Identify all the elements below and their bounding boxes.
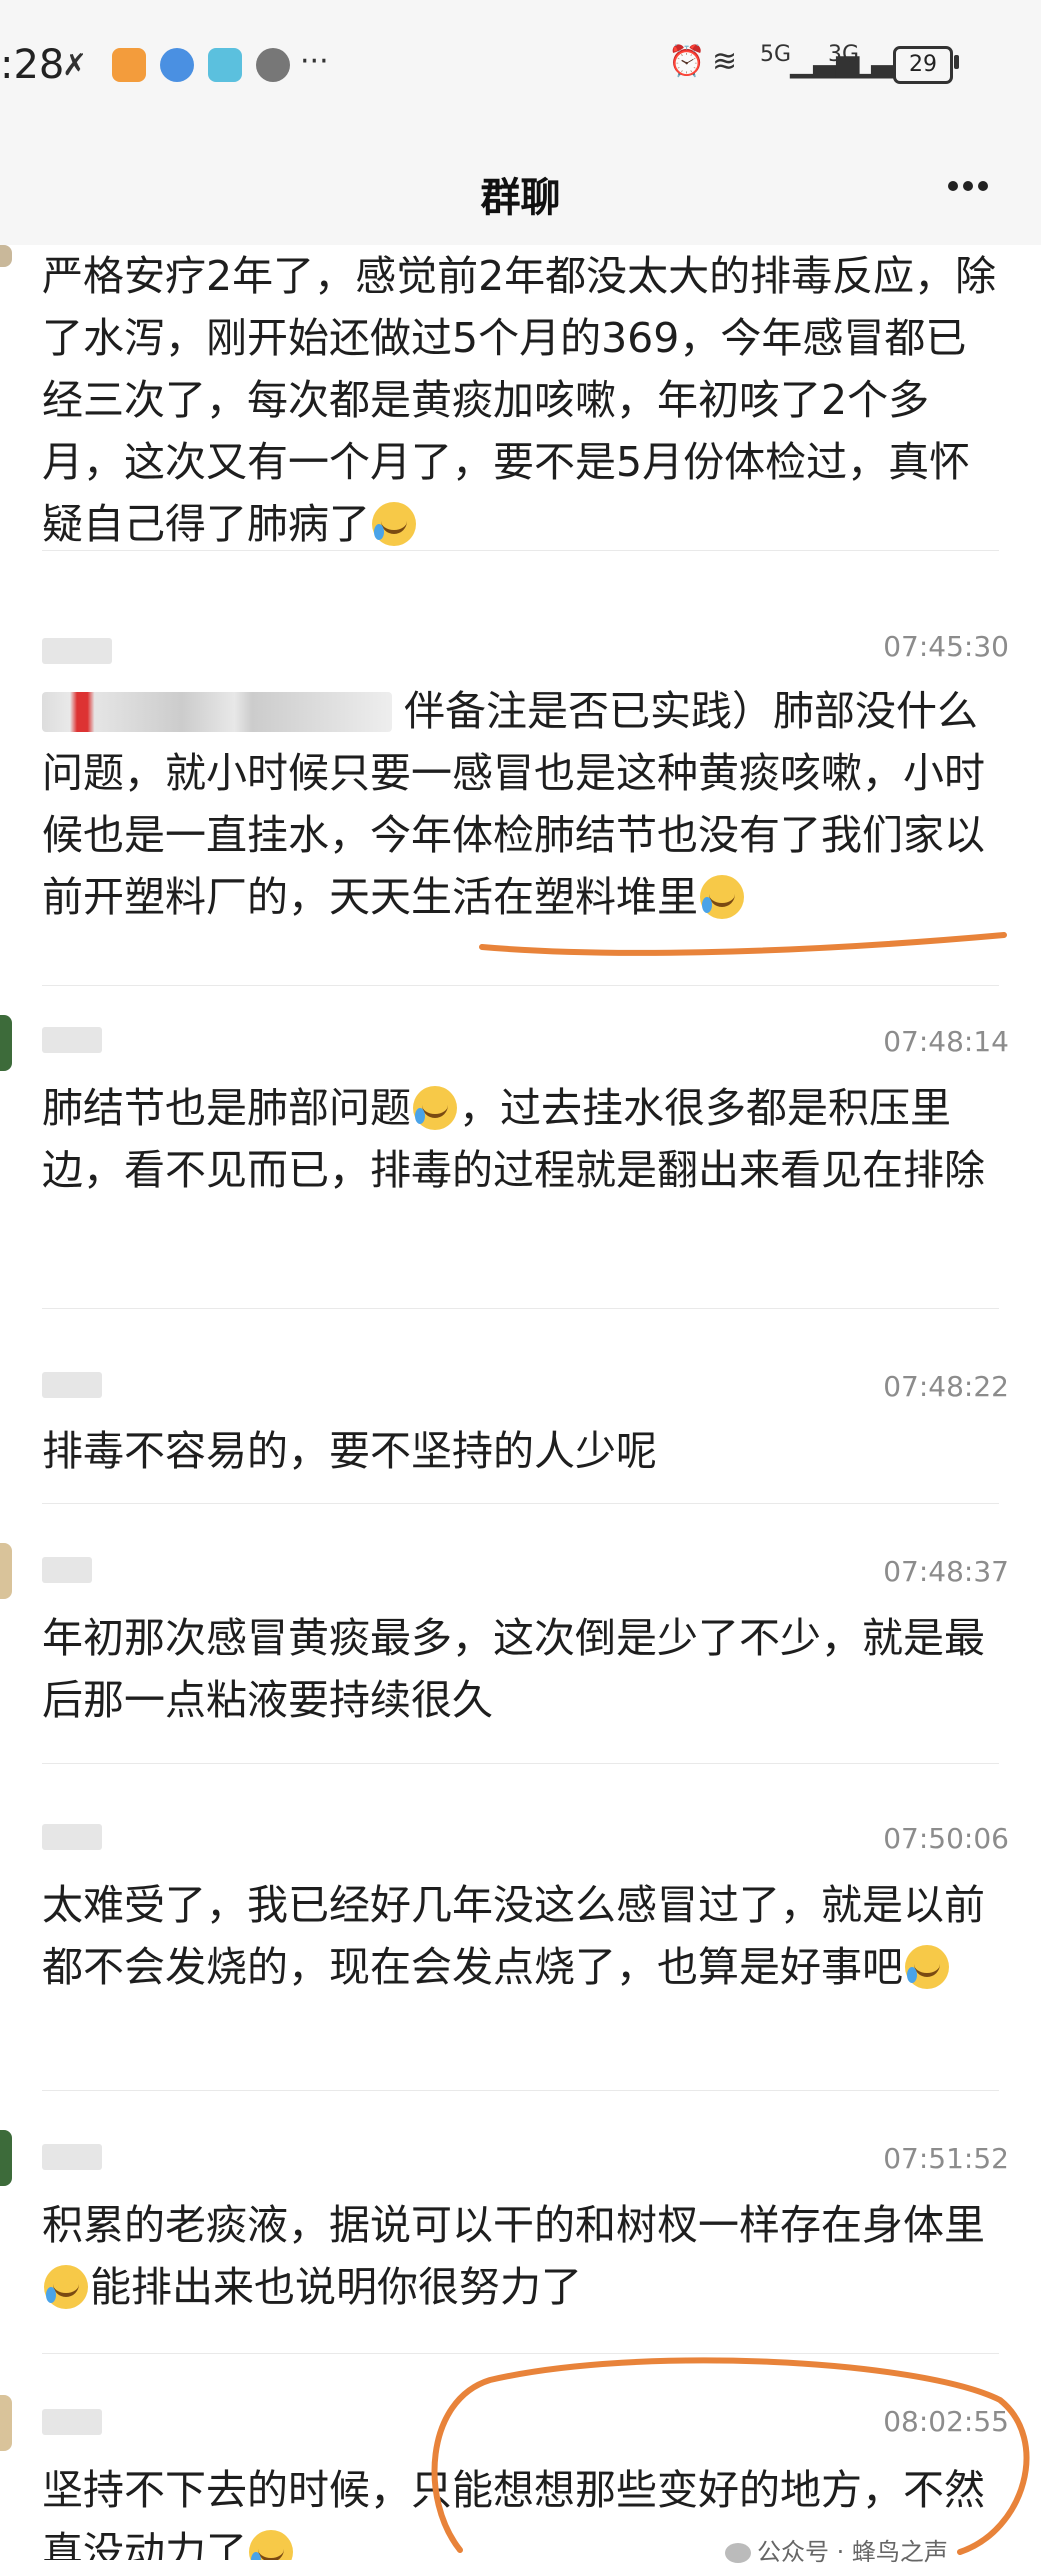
message-time: 07:45:30	[883, 630, 1009, 663]
battery-indicator: 29	[893, 46, 953, 84]
app-badge-icon	[112, 48, 146, 82]
nav-bar: 群聊	[0, 135, 1041, 245]
sender-name-blurred[interactable]	[42, 2409, 102, 2435]
message-item: 07:48:14 肺结节也是肺部问题 ，过去挂水很多都是积压里边，看不见而已，排毒…	[0, 1015, 1041, 1315]
divider	[42, 985, 999, 986]
shield-icon	[256, 48, 290, 82]
message-text: 太难受了，我已经好几年没这么感冒过了，就是以前都不会发烧的，现在会发点烧了，也算…	[42, 1881, 985, 1991]
message-item: 07:48:37 年初那次感冒黄痰最多，这次倒是少了不少，就是最后那一点粘液要持…	[0, 1543, 1041, 1783]
avatar[interactable]	[0, 2395, 12, 2451]
message-item: 07:50:06 太难受了，我已经好几年没这么感冒过了，就是以前都不会发烧的，现…	[0, 1810, 1041, 2130]
facepalm-emoji-icon	[372, 502, 416, 546]
message-time: 07:48:22	[883, 1370, 1009, 1403]
highlight-oval	[431, 2357, 1030, 2555]
more-options-icon[interactable]	[948, 181, 988, 193]
more-notifications-icon: ···	[300, 44, 329, 79]
facepalm-emoji-icon	[413, 1086, 457, 1130]
sender-name-blurred[interactable]	[42, 1824, 102, 1850]
message-time: 07:50:06	[883, 1822, 1009, 1855]
divider	[42, 1763, 999, 1764]
message-text: 伴备注是否已实践）肺部没什么问题，就小时候只要一感冒也是这种黄痰咳嗽，小时候也是…	[42, 687, 985, 921]
wifi-icon: ≋	[712, 44, 738, 79]
wechat-official-account-icon	[725, 2543, 751, 2563]
status-bar: :28 ✗ ··· ⏰ ≋ 5G ▁▃▅ 3G ▁▃ 29	[0, 0, 1041, 135]
sender-name-blurred[interactable]	[42, 1027, 102, 1053]
battery-tip	[954, 55, 959, 69]
message-text: 肺结节也是肺部问题 ，过去挂水很多都是积压里边，看不见而已，排毒的过程就是翻出来看…	[42, 1084, 985, 1194]
avatar[interactable]	[0, 1015, 12, 1071]
message-text: 排毒不容易的，要不坚持的人少呢	[42, 1427, 657, 1475]
sender-name-blurred[interactable]	[42, 2144, 102, 2170]
page-title: 群聊	[480, 175, 561, 221]
highlight-underline	[479, 932, 1007, 956]
avatar[interactable]	[0, 1543, 12, 1599]
message-text: 严格安疗2年了，感觉前2年都没太大的排毒反应，除了水泻，刚开始还做过5个月的36…	[42, 252, 997, 548]
message-time: 07:48:37	[883, 1555, 1009, 1588]
status-time: :28	[0, 42, 65, 88]
divider	[42, 1308, 999, 1309]
book-icon	[208, 48, 242, 82]
sender-name-blurred[interactable]	[42, 1557, 92, 1583]
message-text: 年初那次感冒黄痰最多，这次倒是少了不少，就是最后那一点粘液要持续很久	[42, 1614, 985, 1724]
message-feed[interactable]: 严格安疗2年了，感觉前2年都没太大的排毒反应，除了水泻，刚开始还做过5个月的36…	[0, 245, 1041, 2560]
facepalm-emoji-icon	[249, 2530, 293, 2560]
message-item: 07:51:52 积累的老痰液，据说可以干的和树杈一样存在身体里能排出来也说明你…	[0, 2130, 1041, 2370]
message-time: 07:51:52	[883, 2142, 1009, 2175]
missed-call-icon: ✗	[62, 48, 88, 83]
message-item: 07:48:22 排毒不容易的，要不坚持的人少呢	[0, 1358, 1041, 1498]
ifly-icon	[160, 48, 194, 82]
divider	[42, 1503, 999, 1504]
sender-name-blurred[interactable]	[42, 1372, 102, 1398]
signal-bars-icon-2: ▁▃	[848, 44, 895, 79]
watermark: 公众号 · 蜂鸟之声	[725, 2532, 948, 2567]
alarm-icon: ⏰	[668, 44, 706, 79]
avatar[interactable]	[0, 2130, 12, 2186]
message-time: 07:48:14	[883, 1025, 1009, 1058]
divider	[42, 2090, 999, 2091]
facepalm-emoji-icon	[905, 1945, 949, 1989]
facepalm-emoji-icon	[44, 2265, 88, 2309]
divider	[42, 550, 999, 551]
sender-name-blurred[interactable]	[42, 638, 112, 664]
message-item: 严格安疗2年了，感觉前2年都没太大的排毒反应，除了水泻，刚开始还做过5个月的36…	[0, 245, 1041, 575]
message-text: 积累的老痰液，据说可以干的和树杈一样存在身体里能排出来也说明你很努力了	[42, 2201, 985, 2311]
signal-5g: 5G	[760, 42, 792, 67]
avatar[interactable]	[0, 245, 12, 267]
